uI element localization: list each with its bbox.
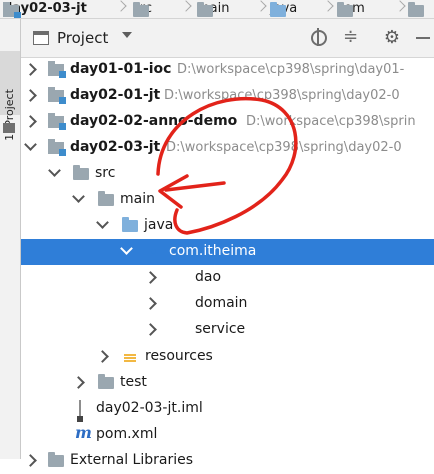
chevron-right-icon	[396, 0, 404, 18]
chevron-down-icon[interactable]	[96, 216, 109, 229]
module-icon	[48, 139, 66, 156]
tool-window-strip: 1: Project	[0, 19, 21, 459]
chevron-right-icon[interactable]	[24, 115, 37, 128]
folder-icon	[337, 2, 353, 17]
project-panel-header: Project ⚙	[21, 19, 434, 58]
chevron-right-icon[interactable]	[72, 376, 85, 389]
chevron-down-icon[interactable]	[120, 242, 133, 255]
tree-node-domain[interactable]: domain	[21, 291, 434, 317]
chevron-right-icon	[182, 0, 190, 18]
project-tree: day01-01-ioc D:\workspace\cp398\spring\d…	[21, 57, 434, 468]
breadcrumb-item-itheima[interactable]: i	[408, 0, 424, 18]
chevron-down-icon[interactable]	[122, 32, 132, 38]
folder-icon	[408, 2, 424, 17]
folder-icon	[98, 191, 114, 206]
locate-target-icon[interactable]	[309, 28, 329, 48]
chevron-down-icon[interactable]	[72, 190, 85, 203]
folder-icon	[133, 2, 149, 17]
chevron-down-icon[interactable]	[48, 164, 61, 177]
chevron-right-icon[interactable]	[96, 350, 109, 363]
source-folder-icon	[270, 2, 286, 17]
collapse-all-icon[interactable]	[341, 26, 361, 48]
tree-node-pom-xml[interactable]: m pom.xml	[21, 422, 434, 448]
source-folder-icon	[122, 217, 138, 232]
chevron-right-icon	[324, 0, 332, 18]
breadcrumb-item-src[interactable]: src	[133, 0, 152, 18]
chevron-right-icon[interactable]	[24, 454, 37, 467]
tree-node-src[interactable]: src	[21, 161, 434, 187]
tree-node-resources[interactable]: resources	[21, 344, 434, 370]
tree-node-day02-02-anno-demo[interactable]: day02-02-anno-demo D:\workspace\cp398\sp…	[21, 109, 434, 135]
tree-node-external-libraries[interactable]: External Libraries	[21, 448, 434, 474]
tree-node-service[interactable]: service	[21, 317, 434, 343]
chevron-right-icon[interactable]	[24, 89, 37, 102]
tree-node-main[interactable]: main	[21, 187, 434, 213]
tree-node-java[interactable]: java	[21, 213, 434, 239]
folder-icon	[98, 374, 114, 389]
module-icon	[48, 113, 66, 130]
chevron-right-icon[interactable]	[144, 323, 157, 336]
iml-file-icon	[79, 400, 81, 421]
chevron-right-icon	[257, 0, 265, 18]
chevron-right-icon[interactable]	[144, 271, 157, 284]
structure-icon[interactable]	[3, 123, 15, 133]
chevron-right-icon[interactable]	[24, 63, 37, 76]
tree-node-day01-01-ioc[interactable]: day01-01-ioc D:\workspace\cp398\spring\d…	[21, 57, 434, 83]
project-view-title[interactable]: Project	[57, 29, 108, 47]
folder-icon	[197, 2, 213, 17]
module-icon	[3, 2, 21, 18]
tree-node-iml-file[interactable]: day02-03-jt.iml	[21, 396, 434, 422]
breadcrumb-item-main[interactable]: main	[197, 0, 229, 18]
breadcrumb: day02-03-jt src main java com i	[0, 0, 434, 19]
project-tool-tab[interactable]: 1: Project	[0, 51, 20, 141]
module-icon	[48, 87, 66, 104]
library-icon	[48, 452, 64, 467]
breadcrumb-item-module[interactable]: day02-03-jt	[3, 0, 87, 18]
tree-node-dao[interactable]: dao	[21, 265, 434, 291]
chevron-right-icon[interactable]	[144, 297, 157, 310]
chevron-down-icon[interactable]	[24, 138, 37, 151]
breadcrumb-item-com[interactable]: com	[337, 0, 365, 18]
hide-panel-icon[interactable]	[414, 28, 434, 48]
maven-icon: m	[75, 423, 92, 442]
tree-node-com-itheima[interactable]: com.itheima	[21, 239, 434, 265]
folder-icon	[73, 165, 89, 180]
project-tool-tab-label: 1: Project	[3, 89, 16, 141]
module-icon	[48, 61, 66, 78]
chevron-right-icon	[117, 0, 125, 18]
tree-node-day02-03-jt[interactable]: day02-03-jt D:\workspace\cp398\spring\da…	[21, 135, 434, 161]
project-window-icon	[33, 31, 49, 45]
gear-icon[interactable]: ⚙	[382, 28, 402, 48]
tree-node-day02-01-jt[interactable]: day02-01-jt D:\workspace\cp398\spring\da…	[21, 83, 434, 109]
tree-node-test[interactable]: test	[21, 370, 434, 396]
breadcrumb-item-java[interactable]: java	[270, 0, 297, 18]
